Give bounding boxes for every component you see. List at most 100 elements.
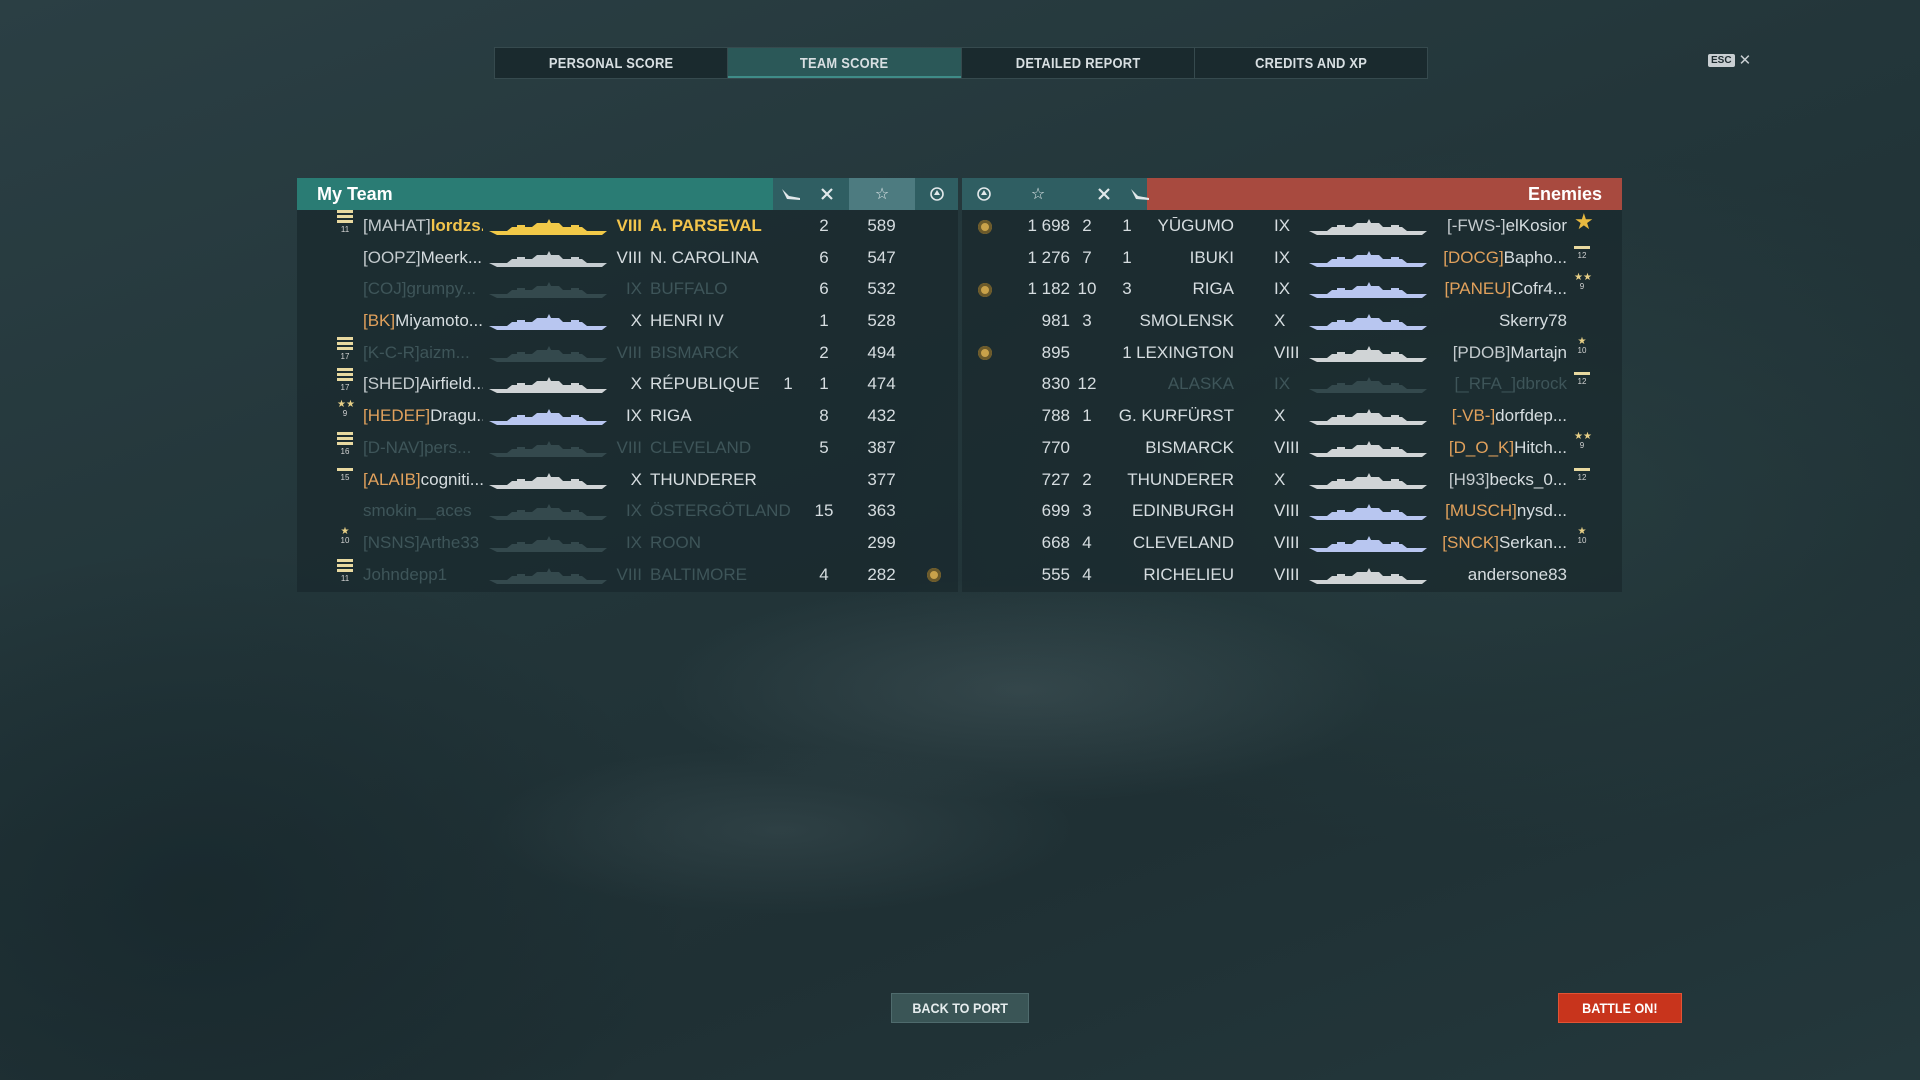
player-name[interactable]: [SNCK]Serkan... <box>1402 527 1567 559</box>
ship-name: CLEVELAND <box>650 437 752 457</box>
player-name[interactable]: [ALAIB]cogniti... <box>363 464 483 496</box>
esc-key-label: ESC <box>1708 53 1735 67</box>
player-nick: becks_0... <box>1489 469 1568 489</box>
rank-level: 9 <box>1579 440 1585 450</box>
clan-tag: [H93] <box>1448 469 1490 489</box>
base-xp: 668 <box>1041 532 1070 552</box>
ship-name: ÖSTERGÖTLAND <box>650 501 791 521</box>
rank-level: 12 <box>1577 377 1587 387</box>
close-button[interactable]: ESC ✕ <box>1708 51 1751 69</box>
player-name[interactable]: [K-C-R]aizm... <box>363 337 483 369</box>
player-name[interactable]: [OOPZ]Meerk... <box>363 242 483 274</box>
player-name[interactable]: [MUSCH]nysd... <box>1402 495 1567 527</box>
table-row: [COJ]grumpy... IX BUFFALO 6 532 <box>297 273 958 305</box>
planes-destroyed <box>773 242 803 274</box>
ship-name: SMOLENSK <box>1139 311 1234 331</box>
xp-star-icon: ☆ <box>1030 186 1046 203</box>
enemies-rows: 1 698 2 1 YŪGUMO IX [-FWS-]elKosior ★ 1 276 7 1 IB… <box>962 210 1622 590</box>
back-to-port-button[interactable]: BACK TO PORT <box>891 993 1029 1023</box>
base-capture-icon <box>978 282 992 297</box>
player-nick: Meerk... <box>420 247 483 267</box>
player-name[interactable]: [D_O_K]Hitch... <box>1402 432 1567 464</box>
clan-tag: [_RFA_] <box>1454 374 1516 394</box>
ship-name: RICHELIEU <box>1143 564 1234 584</box>
planes-destroyed <box>773 495 803 527</box>
ship-tier: IX <box>1274 374 1291 394</box>
table-row: smokin__aces IX ÖSTERGÖTLAND 15 363 <box>297 495 958 527</box>
base-xp: 830 <box>1041 374 1070 394</box>
player-name[interactable]: [-VB-]dorfdep... <box>1402 400 1567 432</box>
base-capture-cell <box>919 305 949 337</box>
base-xp: 387 <box>867 437 896 457</box>
player-name[interactable]: [H93]becks_0... <box>1402 464 1567 496</box>
rank-insignia <box>1574 400 1590 432</box>
base-xp: 299 <box>867 532 896 552</box>
rank-insignia: 11 <box>337 210 353 242</box>
clan-tag: [BK] <box>363 311 396 331</box>
tab-credits-and-xp[interactable]: CREDITS AND XP <box>1195 48 1427 78</box>
player-name[interactable]: [DOCG]Bapho... <box>1402 242 1567 274</box>
player-name[interactable]: Johndepp1 <box>363 559 483 591</box>
player-name[interactable]: [PANEU]Cofr4... <box>1402 273 1567 305</box>
ship-tier: VIII <box>1274 437 1300 457</box>
table-row: 668 4 CLEVELAND VIII [SNCK]Serkan... ★ 10 <box>962 526 1622 559</box>
close-icon: ✕ <box>1738 52 1752 69</box>
rank-insignia <box>337 305 353 337</box>
player-name[interactable]: [HEDEF]Dragu... <box>363 400 483 432</box>
battle-on-label: BATTLE ON! <box>1582 1000 1658 1016</box>
rank-insignia: ★ 10 <box>1574 336 1590 369</box>
player-name[interactable]: [MAHAT]lordzs... <box>363 210 483 242</box>
rank-insignia: ★ 10 <box>337 526 353 559</box>
ships-destroyed <box>809 464 839 496</box>
base-capture-cell <box>970 368 1000 400</box>
player-nick: elKosior <box>1505 216 1567 235</box>
ship-tier: IX <box>1274 247 1291 267</box>
planes-destroyed <box>773 305 803 337</box>
player-name[interactable]: andersone83 <box>1402 559 1567 591</box>
ship-name: THUNDERER <box>1127 469 1234 489</box>
player-nick: Serkan... <box>1498 532 1567 552</box>
player-name[interactable]: [D-NAV]pers... <box>363 432 483 464</box>
base-capture-cell <box>970 495 1000 527</box>
tab-personal-score[interactable]: PERSONAL SCORE <box>495 48 729 78</box>
player-nick: Martajn <box>1510 342 1567 362</box>
base-xp: 1 698 <box>1027 216 1070 235</box>
my-team-column-headers: ☆ <box>773 178 958 210</box>
player-name[interactable]: [-FWS-]elKosior <box>1402 210 1567 242</box>
player-name[interactable]: [PDOB]Martajn <box>1402 337 1567 369</box>
player-name[interactable]: [COJ]grumpy... <box>363 273 483 305</box>
base-capture-cell <box>970 337 1000 369</box>
player-name[interactable]: smokin__aces <box>363 495 483 527</box>
planes-destroyed <box>773 400 803 432</box>
base-capture-cell <box>970 464 1000 496</box>
enemies-title: Enemies <box>1527 184 1602 204</box>
battle-on-button[interactable]: BATTLE ON! <box>1558 993 1682 1023</box>
ships-destroyed: 3 <box>1082 501 1092 521</box>
player-name[interactable]: [NSNS]Arthe33 <box>363 527 483 559</box>
rank-insignia: 17 <box>337 368 353 400</box>
base-xp: 699 <box>1041 501 1070 521</box>
clan-tag: [K-C-R] <box>363 342 420 362</box>
tab-team-score[interactable]: TEAM SCORE <box>728 48 962 78</box>
player-name[interactable]: Skerry78 <box>1402 305 1567 337</box>
base-xp: 528 <box>867 311 896 331</box>
rank-insignia: ★★ 9 <box>337 399 355 419</box>
ship-tier: X <box>630 311 642 331</box>
ship-tier: X <box>1274 406 1286 426</box>
player-name[interactable]: [_RFA_]dbrock <box>1402 368 1567 400</box>
base-xp: 727 <box>1041 469 1070 489</box>
rank-insignia: 12 <box>1574 368 1590 400</box>
ship-name: THUNDERER <box>650 469 757 489</box>
table-row: 699 3 EDINBURGH VIII [MUSCH]nysd... <box>962 495 1622 527</box>
ship-tier: IX <box>1274 279 1291 299</box>
ship-name: BALTIMORE <box>650 564 747 584</box>
player-name[interactable]: [SHED]Airfield... <box>363 368 483 400</box>
tab-detailed-report[interactable]: DETAILED REPORT <box>962 48 1195 78</box>
player-name[interactable]: [BK]Miyamoto... <box>363 305 483 337</box>
clan-tag: [OOPZ] <box>363 247 421 267</box>
base-capture-cell <box>919 464 949 496</box>
ships-destroyed: 7 <box>1082 247 1092 267</box>
ship-tier: VIII <box>616 342 642 362</box>
rank-level: 9 <box>342 409 348 419</box>
ships-destroyed <box>809 527 839 559</box>
